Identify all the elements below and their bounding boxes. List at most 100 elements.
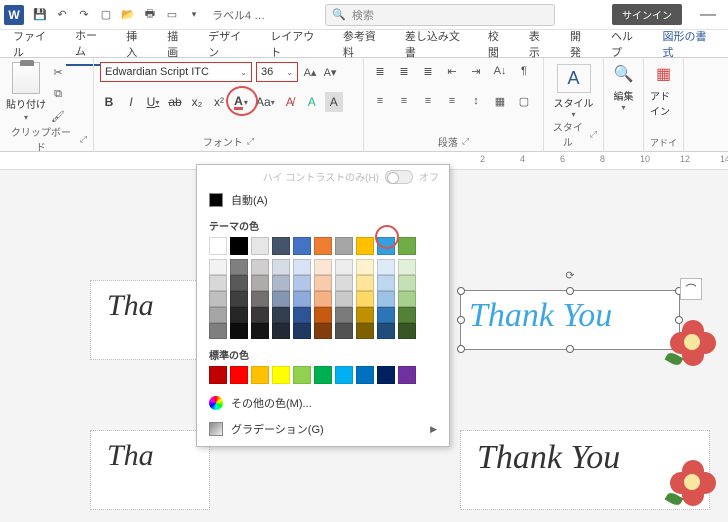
justify-icon[interactable]: ≡	[442, 92, 462, 110]
auto-color-item[interactable]: 自動(A)	[197, 188, 449, 212]
clear-format-icon[interactable]: A̸	[281, 92, 299, 112]
dec-indent-icon[interactable]: ⇤	[442, 62, 462, 80]
standard-swatch[interactable]	[335, 366, 353, 384]
theme-swatch[interactable]	[356, 237, 374, 255]
shade-swatch[interactable]	[398, 323, 416, 339]
shade-swatch[interactable]	[293, 323, 311, 339]
highlight-icon[interactable]: A	[325, 92, 343, 112]
flower-clipart[interactable]	[670, 460, 716, 506]
shade-swatch[interactable]	[293, 275, 311, 291]
multilevel-icon[interactable]: ≣	[418, 62, 438, 80]
theme-swatch[interactable]	[398, 237, 416, 255]
shade-swatch[interactable]	[335, 259, 353, 275]
standard-swatch[interactable]	[230, 366, 248, 384]
label-cell[interactable]: Tha	[90, 280, 210, 360]
shade-swatch[interactable]	[398, 291, 416, 307]
standard-swatch[interactable]	[356, 366, 374, 384]
shade-swatch[interactable]	[230, 307, 248, 323]
save-icon[interactable]: 💾	[32, 7, 48, 23]
layout-options-icon[interactable]: ⌒	[680, 278, 702, 300]
sort-icon[interactable]: A↓	[490, 62, 510, 80]
theme-swatch[interactable]	[335, 237, 353, 255]
grow-font-icon[interactable]: A▴	[302, 63, 318, 81]
shading-icon[interactable]: ▦	[490, 92, 510, 110]
shade-swatch[interactable]	[272, 291, 290, 307]
shade-swatch[interactable]	[209, 291, 227, 307]
standard-swatch[interactable]	[272, 366, 290, 384]
format-painter-icon[interactable]: 🖌	[50, 108, 66, 124]
font-name-combo[interactable]: Edwardian Script ITC⌄	[100, 62, 252, 82]
standard-swatch[interactable]	[314, 366, 332, 384]
shade-swatch[interactable]	[209, 275, 227, 291]
shade-swatch[interactable]	[398, 275, 416, 291]
shade-swatch[interactable]	[314, 259, 332, 275]
shade-swatch[interactable]	[293, 291, 311, 307]
bullets-icon[interactable]: ≣	[370, 62, 390, 80]
find-icon[interactable]: 🔍	[614, 64, 634, 84]
rotate-handle-icon[interactable]: ⟳	[565, 269, 574, 282]
standard-swatch[interactable]	[209, 366, 227, 384]
redo-icon[interactable]: ↷	[76, 7, 92, 23]
text-effect-icon[interactable]: A	[303, 92, 321, 112]
shade-swatch[interactable]	[272, 323, 290, 339]
font-size-combo[interactable]: 36⌄	[256, 62, 298, 82]
shade-swatch[interactable]	[314, 307, 332, 323]
label-cell[interactable]: Tha	[90, 430, 210, 510]
shade-swatch[interactable]	[230, 259, 248, 275]
change-case-button[interactable]: Aa▾	[254, 92, 277, 112]
shade-swatch[interactable]	[314, 275, 332, 291]
strike-button[interactable]: ab	[166, 92, 184, 112]
shade-swatch[interactable]	[251, 275, 269, 291]
shade-swatch[interactable]	[398, 307, 416, 323]
shade-swatch[interactable]	[230, 275, 248, 291]
shade-swatch[interactable]	[335, 291, 353, 307]
shade-swatch[interactable]	[293, 259, 311, 275]
gradient-item[interactable]: グラデーション(G) ▶	[197, 416, 449, 442]
copy-icon[interactable]: ⧉	[50, 86, 66, 102]
shade-swatch[interactable]	[272, 275, 290, 291]
selected-textbox[interactable]: ⟳ Thank You	[460, 290, 680, 350]
minimize-button[interactable]: —	[692, 6, 724, 24]
styles-icon[interactable]: A	[557, 64, 591, 93]
underline-button[interactable]: U▾	[144, 92, 162, 112]
shade-swatch[interactable]	[293, 307, 311, 323]
shade-swatch[interactable]	[314, 323, 332, 339]
subscript-button[interactable]: x₂	[188, 92, 206, 112]
shade-swatch[interactable]	[356, 307, 374, 323]
shade-swatch[interactable]	[272, 307, 290, 323]
high-contrast-toggle[interactable]	[385, 170, 413, 184]
shade-swatch[interactable]	[251, 291, 269, 307]
shade-swatch[interactable]	[209, 323, 227, 339]
open-icon[interactable]: 📂	[120, 7, 136, 23]
align-center-icon[interactable]: ≡	[394, 92, 414, 110]
standard-swatch[interactable]	[398, 366, 416, 384]
italic-button[interactable]: I	[122, 92, 140, 112]
qat-more-icon[interactable]: ▾	[186, 7, 202, 23]
shade-swatch[interactable]	[209, 307, 227, 323]
shade-swatch[interactable]	[335, 323, 353, 339]
theme-swatch[interactable]	[251, 237, 269, 255]
theme-swatch[interactable]	[293, 237, 311, 255]
theme-swatch[interactable]	[377, 237, 395, 255]
shade-swatch[interactable]	[230, 291, 248, 307]
standard-swatch[interactable]	[377, 366, 395, 384]
shade-swatch[interactable]	[398, 259, 416, 275]
shade-swatch[interactable]	[335, 275, 353, 291]
more-colors-item[interactable]: その他の色(M)...	[197, 390, 449, 416]
shade-swatch[interactable]	[377, 323, 395, 339]
align-right-icon[interactable]: ≡	[418, 92, 438, 110]
standard-swatch[interactable]	[251, 366, 269, 384]
shade-swatch[interactable]	[377, 259, 395, 275]
shade-swatch[interactable]	[356, 275, 374, 291]
inc-indent-icon[interactable]: ⇥	[466, 62, 486, 80]
preview-icon[interactable]: ▭	[164, 7, 180, 23]
borders-icon[interactable]: ▢	[514, 92, 534, 110]
bold-button[interactable]: B	[100, 92, 118, 112]
undo-icon[interactable]: ↶	[54, 7, 70, 23]
shade-swatch[interactable]	[335, 307, 353, 323]
standard-swatch[interactable]	[293, 366, 311, 384]
theme-swatch[interactable]	[209, 237, 227, 255]
showmarks-icon[interactable]: ¶	[514, 62, 534, 80]
shade-swatch[interactable]	[230, 323, 248, 339]
line-spacing-icon[interactable]: ↕	[466, 92, 486, 110]
